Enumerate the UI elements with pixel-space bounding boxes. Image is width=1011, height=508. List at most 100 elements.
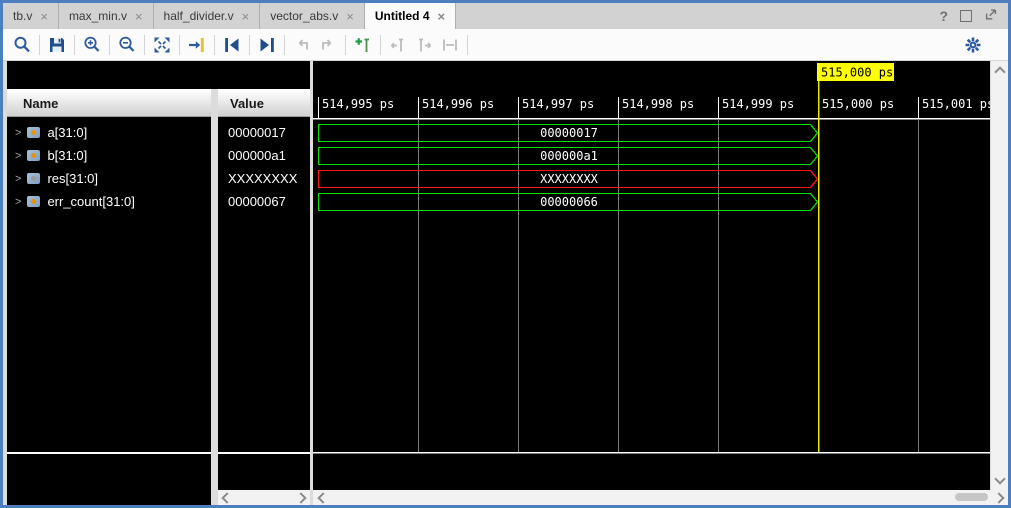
scroll-right-icon[interactable] — [993, 492, 1004, 503]
signal-name: res[31:0] — [47, 171, 98, 186]
vertical-scrollbar[interactable] — [990, 61, 1008, 490]
float-icon[interactable] — [984, 7, 998, 26]
tab-max_min.v[interactable]: max_min.v × — [59, 3, 154, 29]
settings-gear-button[interactable] — [960, 32, 986, 58]
name-column-header[interactable]: Name — [7, 89, 211, 117]
close-icon[interactable]: × — [38, 10, 50, 23]
value-column-header[interactable]: Value — [218, 89, 310, 117]
signal-row-a[interactable]: > a[31:0] — [7, 124, 211, 141]
signal-name: b[31:0] — [47, 148, 87, 163]
tab-label: max_min.v — [69, 9, 127, 23]
next-marker-button[interactable] — [411, 32, 437, 58]
tab-label: Untitled 4 — [375, 9, 430, 23]
scrollbar-corner[interactable] — [990, 490, 1008, 505]
expand-chevron-icon[interactable]: > — [15, 196, 21, 208]
go-to-last-time-button[interactable] — [254, 32, 280, 58]
axis-tick-label: 514,996 ps — [422, 97, 494, 111]
signal-row-b[interactable]: > b[31:0] — [7, 147, 211, 164]
waveform-toolbar — [3, 29, 1008, 61]
toolbar-separator — [249, 35, 250, 55]
expand-chevron-icon[interactable]: > — [15, 150, 21, 162]
zoom-in-button[interactable] — [79, 32, 105, 58]
tab-label: half_divider.v — [164, 9, 234, 23]
close-icon[interactable]: × — [344, 10, 356, 23]
previous-marker-button[interactable] — [385, 32, 411, 58]
toolbar-separator — [144, 35, 145, 55]
value-panel-scrollbar[interactable] — [218, 490, 310, 505]
signal-value: XXXXXXXX — [228, 170, 297, 187]
swap-cursors-button[interactable] — [437, 32, 463, 58]
horizontal-scroll-thumb[interactable] — [955, 493, 988, 501]
waveform-canvas[interactable]: 514,995 ps 514,996 ps 514,997 ps 514,998… — [313, 61, 990, 490]
toolbar-separator — [109, 35, 110, 55]
save-wave-config-button[interactable] — [44, 32, 70, 58]
bus-value: 00000017 — [540, 126, 598, 140]
close-icon[interactable]: × — [240, 10, 252, 23]
scroll-right-icon[interactable] — [295, 492, 306, 503]
name-panel-divider — [7, 452, 211, 454]
expand-chevron-icon[interactable]: > — [15, 173, 21, 185]
signal-value: 000000a1 — [228, 147, 286, 164]
tab-label: tb.v — [13, 9, 32, 23]
toolbar-separator — [380, 35, 381, 55]
scroll-left-icon[interactable] — [221, 492, 232, 503]
tab-bar: tb.v × max_min.v × half_divider.v × vect… — [3, 3, 1008, 30]
help-icon[interactable]: ? — [939, 8, 948, 24]
signal-value: 00000067 — [228, 193, 286, 210]
bus-value: 00000066 — [540, 195, 598, 209]
signal-row-res[interactable]: > res[31:0] — [7, 170, 211, 187]
bus-signal-icon — [27, 150, 40, 161]
tab-tb.v[interactable]: tb.v × — [3, 3, 59, 29]
waveform-viewer-window: tb.v × max_min.v × half_divider.v × vect… — [0, 0, 1011, 508]
signal-value: 00000017 — [228, 124, 286, 141]
toolbar-separator — [467, 35, 468, 55]
zoom-out-button[interactable] — [114, 32, 140, 58]
add-marker-button[interactable] — [350, 32, 376, 58]
axis-tick-label: 514,998 ps — [622, 97, 694, 111]
toolbar-separator — [39, 35, 40, 55]
scroll-up-icon[interactable] — [994, 66, 1005, 77]
cursor-time-label: 515,000 ps — [821, 66, 893, 80]
toolbar-separator — [214, 35, 215, 55]
maximize-icon[interactable] — [960, 10, 972, 22]
tab-vector_abs.v[interactable]: vector_abs.v × — [260, 3, 365, 29]
toolbar-separator — [179, 35, 180, 55]
expand-chevron-icon[interactable]: > — [15, 127, 21, 139]
panel-top-strip — [7, 61, 310, 89]
bus-signal-icon — [27, 127, 40, 138]
window-controls: ? — [939, 3, 1008, 29]
value-panel-divider — [218, 452, 310, 454]
tab-half_divider.v[interactable]: half_divider.v × — [154, 3, 261, 29]
axis-tick-label: 514,999 ps — [722, 97, 794, 111]
next-transition-button[interactable] — [315, 32, 341, 58]
tab-untitled-4[interactable]: Untitled 4 × — [365, 3, 456, 30]
axis-tick-label: 514,997 ps — [522, 97, 594, 111]
previous-transition-button[interactable] — [289, 32, 315, 58]
go-to-cursor-button[interactable] — [184, 32, 210, 58]
name-header-label: Name — [23, 96, 58, 111]
scroll-down-icon[interactable] — [994, 473, 1005, 484]
close-icon[interactable]: × — [436, 10, 448, 23]
tab-bar-spacer — [456, 3, 939, 29]
wave-window-content: Name Value > a[31:0] > b[31:0] > res[31:… — [3, 61, 1008, 505]
zoom-fit-button[interactable] — [149, 32, 175, 58]
bus-signal-icon — [27, 196, 40, 207]
find-button[interactable] — [9, 32, 35, 58]
time-axis-labels: 514,995 ps 514,996 ps 514,997 ps 514,998… — [322, 97, 990, 111]
toolbar-separator — [74, 35, 75, 55]
bus-signal-icon — [27, 173, 40, 184]
scroll-left-icon[interactable] — [317, 492, 328, 503]
tab-label: vector_abs.v — [270, 9, 338, 23]
waveform-horizontal-scrollbar[interactable] — [313, 490, 990, 505]
signal-name: a[31:0] — [47, 125, 87, 140]
toolbar-separator — [284, 35, 285, 55]
axis-tick-label: 515,001 ps — [922, 97, 990, 111]
axis-tick-label: 515,000 ps — [822, 97, 894, 111]
signal-value-panel: 00000017 000000a1 XXXXXXXX 00000067 — [218, 117, 310, 505]
waveform-background — [313, 61, 990, 490]
go-to-time-0-button[interactable] — [219, 32, 245, 58]
bus-value: XXXXXXXX — [540, 172, 599, 186]
close-icon[interactable]: × — [133, 10, 145, 23]
signal-name-panel: > a[31:0] > b[31:0] > res[31:0] > err_co… — [7, 117, 211, 505]
signal-row-err_count[interactable]: > err_count[31:0] — [7, 193, 211, 210]
